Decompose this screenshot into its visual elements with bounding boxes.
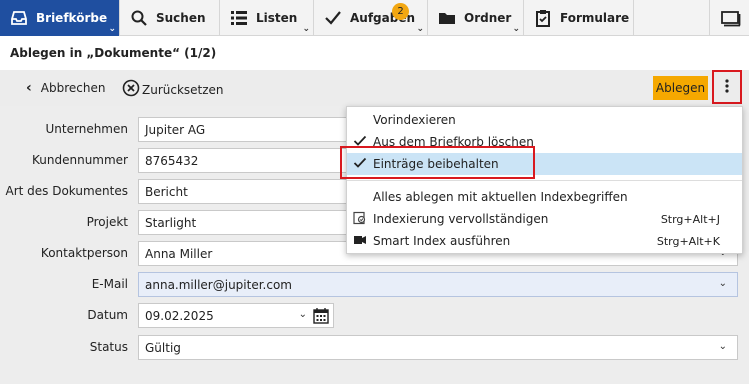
field-value: Bericht bbox=[145, 184, 188, 199]
menu-shortcut: Strg+Alt+K bbox=[656, 234, 720, 248]
menu-item-file-all[interactable]: Alles ablegen mit aktuellen Indexbegriff… bbox=[347, 186, 742, 208]
field-label: Unternehmen bbox=[45, 122, 128, 136]
chevron-down-icon[interactable]: ⌄ bbox=[299, 309, 307, 320]
kundennummer-field[interactable]: 8765432 bbox=[138, 148, 348, 173]
field-value: Gültig bbox=[145, 340, 181, 355]
nav-label: Briefkörbe bbox=[36, 11, 108, 25]
nav-label: Ordner bbox=[464, 11, 512, 25]
menu-item-label: Vorindexieren bbox=[373, 113, 456, 127]
project-field[interactable]: Starlight bbox=[138, 210, 348, 235]
cancel-label: Abbrechen bbox=[40, 81, 106, 95]
chevron-down-icon: ⌄ bbox=[302, 24, 310, 34]
menu-shortcut: Strg+Alt+J bbox=[660, 212, 720, 226]
menu-item-complete-indexing[interactable]: Indexierung vervollständigen Strg+Alt+J bbox=[347, 208, 742, 230]
field-label: Kontaktperson bbox=[40, 246, 128, 260]
document-type-field[interactable]: Bericht bbox=[138, 179, 348, 204]
more-options-menu: Vorindexieren Aus dem Briefkorb löschen … bbox=[346, 106, 743, 254]
nav-label: Formulare bbox=[560, 11, 630, 25]
inbox-icon bbox=[10, 9, 28, 27]
chevron-down-icon: ⌄ bbox=[416, 24, 424, 34]
task-count-badge: 2 bbox=[392, 3, 409, 20]
field-label: Projekt bbox=[86, 215, 128, 229]
field-label: E-Mail bbox=[91, 277, 128, 291]
smart-index-icon bbox=[353, 233, 367, 250]
menu-item-label: Smart Index ausführen bbox=[373, 234, 511, 248]
nav-briefkoerbe[interactable]: Briefkörbe ⌄ bbox=[0, 0, 120, 36]
date-field[interactable]: 09.02.2025 ⌄ bbox=[138, 303, 334, 328]
action-bar bbox=[0, 70, 749, 106]
field-label: Kundennummer bbox=[32, 153, 128, 167]
search-icon bbox=[130, 9, 148, 27]
chevron-down-icon: ⌄ bbox=[512, 24, 520, 34]
reset-button[interactable]: Zurücksetzen bbox=[122, 79, 224, 100]
field-value: anna.miller@jupiter.com bbox=[145, 277, 292, 292]
chevron-down-icon[interactable]: ⌄ bbox=[719, 278, 727, 289]
nav-formulare[interactable]: Formulare bbox=[524, 0, 634, 36]
nav-ordner[interactable]: Ordner ⌄ bbox=[428, 0, 524, 36]
field-label: Datum bbox=[87, 308, 128, 322]
status-field[interactable]: Gültig ⌄ bbox=[138, 335, 738, 360]
field-label: Status bbox=[89, 340, 128, 354]
highlight-frame bbox=[340, 146, 535, 179]
reset-label: Zurücksetzen bbox=[142, 82, 224, 97]
nav-label: Suchen bbox=[156, 11, 206, 25]
field-value: Anna Miller bbox=[145, 246, 213, 261]
menu-item-smart-index[interactable]: Smart Index ausführen Strg+Alt+K bbox=[347, 230, 742, 252]
checkmark-icon bbox=[324, 9, 342, 27]
more-vertical-icon bbox=[725, 78, 729, 96]
calendar-icon[interactable] bbox=[313, 307, 329, 327]
field-value: Jupiter AG bbox=[145, 122, 206, 137]
top-navigation: Briefkörbe ⌄ Suchen Listen ⌄ Aufgaben 2 … bbox=[0, 0, 749, 36]
nav-suchen[interactable]: Suchen bbox=[120, 0, 220, 36]
cancel-button[interactable]: ‹ Abbrechen bbox=[26, 80, 105, 96]
menu-item-vorindexieren[interactable]: Vorindexieren bbox=[347, 109, 742, 131]
unternehmen-field[interactable]: Jupiter AG bbox=[138, 117, 348, 142]
reset-x-icon bbox=[122, 79, 140, 100]
file-button[interactable]: Ablegen bbox=[653, 76, 708, 100]
field-value: 09.02.2025 bbox=[145, 308, 214, 323]
menu-separator bbox=[347, 180, 742, 181]
field-value: 8765432 bbox=[145, 153, 199, 168]
email-field[interactable]: anna.miller@jupiter.com ⌄ bbox=[138, 272, 738, 297]
nav-listen[interactable]: Listen ⌄ bbox=[220, 0, 314, 36]
clipboard-icon bbox=[534, 9, 552, 27]
more-options-button[interactable] bbox=[712, 70, 742, 104]
chevron-down-icon[interactable]: ⌄ bbox=[719, 341, 727, 352]
page-title-bar: Ablegen in „Dokumente“ (1/2) bbox=[0, 36, 749, 70]
nav-aufgaben[interactable]: Aufgaben 2 ⌄ bbox=[314, 0, 428, 36]
page-title: Ablegen in „Dokumente“ (1/2) bbox=[10, 46, 217, 60]
field-label: Art des Dokumentes bbox=[5, 184, 128, 198]
chevron-left-icon: ‹ bbox=[26, 80, 32, 96]
window-button[interactable] bbox=[709, 0, 749, 36]
chevron-down-icon: ⌄ bbox=[108, 24, 116, 34]
window-icon bbox=[721, 9, 741, 27]
field-value: Starlight bbox=[145, 215, 197, 230]
folder-icon bbox=[438, 9, 456, 27]
file-button-label: Ablegen bbox=[655, 81, 706, 95]
list-icon bbox=[230, 9, 248, 27]
menu-item-label: Indexierung vervollständigen bbox=[373, 212, 549, 226]
index-complete-icon bbox=[353, 211, 367, 228]
nav-label: Listen bbox=[256, 11, 298, 25]
menu-item-label: Alles ablegen mit aktuellen Indexbegriff… bbox=[373, 190, 628, 204]
